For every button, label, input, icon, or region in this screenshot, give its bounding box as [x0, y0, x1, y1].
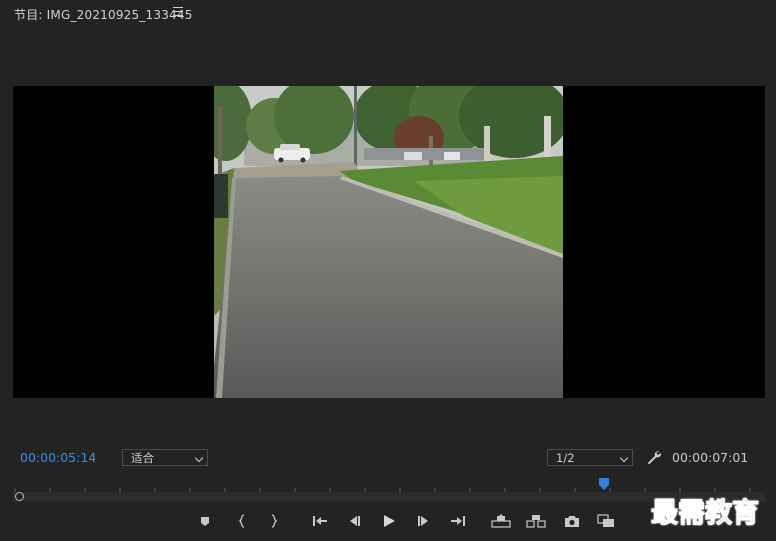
extract-icon	[526, 515, 546, 528]
lift-button[interactable]	[491, 511, 511, 531]
add-marker-button[interactable]	[195, 511, 215, 531]
go-to-in-icon	[313, 516, 327, 526]
comparison-view-button[interactable]	[596, 511, 616, 531]
step-back-icon	[350, 516, 360, 526]
camera-icon	[565, 515, 579, 527]
playback-resolution-select[interactable]: 1/2	[547, 449, 633, 466]
mark-in-button[interactable]	[232, 511, 252, 531]
play-icon	[384, 515, 395, 527]
export-frame-button[interactable]	[562, 511, 582, 531]
panel-title[interactable]: 节目: IMG_20210925_133445	[14, 6, 193, 23]
mark-out-button[interactable]	[264, 511, 284, 531]
add-marker-icon	[201, 517, 209, 526]
lift-icon	[491, 514, 511, 528]
zoom-level-value: 适合	[131, 451, 154, 465]
watermark: 最需教育	[651, 498, 760, 530]
go-to-out-icon	[451, 516, 465, 526]
comparison-view-icon	[597, 514, 614, 527]
program-monitor-viewer[interactable]	[13, 86, 765, 398]
chevron-down-icon	[619, 453, 629, 463]
playhead[interactable]	[598, 477, 610, 491]
extract-button[interactable]	[526, 511, 546, 531]
go-to-in-button[interactable]	[310, 511, 330, 531]
current-timecode[interactable]: 00:00:05:14	[20, 450, 96, 465]
mark-in-icon	[238, 514, 245, 528]
mark-out-icon	[271, 514, 278, 528]
step-forward-icon	[418, 516, 428, 526]
video-frame	[214, 86, 563, 398]
step-forward-button[interactable]	[414, 511, 434, 531]
resolution-value: 1/2	[556, 451, 575, 465]
hamburger-menu-icon[interactable]	[173, 7, 183, 16]
wrench-icon[interactable]	[646, 449, 662, 465]
step-back-button[interactable]	[344, 511, 364, 531]
go-to-out-button[interactable]	[448, 511, 468, 531]
zoom-level-select[interactable]: 适合	[122, 449, 208, 466]
duration-timecode: 00:00:07:01	[672, 450, 749, 465]
play-button[interactable]	[379, 511, 399, 531]
chevron-down-icon	[194, 453, 204, 463]
zoom-scroll-handle[interactable]	[15, 492, 24, 501]
